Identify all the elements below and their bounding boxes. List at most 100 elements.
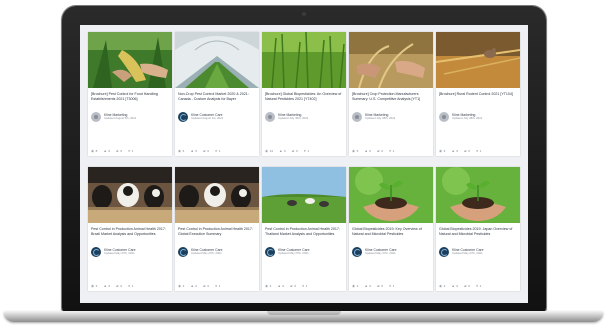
content-card[interactable]: Global Biopesticides 2019: Key Overview … <box>349 167 433 291</box>
card-stats: ◉ 6 ▲ 0 ▰ 0 ● 1 <box>439 149 517 153</box>
card-thumbnail[interactable] <box>349 32 433 88</box>
comment-icon: ▰ <box>203 284 206 288</box>
thumbs-up-icon: ▲ <box>103 284 107 288</box>
content-card[interactable]: [Brochure] Rural Rodent Control 2021 [YT… <box>436 32 520 156</box>
card-title[interactable]: [Brochure] Rural Rodent Control 2021 [YT… <box>439 92 517 106</box>
comments-stat[interactable]: ▰ 0 <box>377 149 383 153</box>
card-thumbnail[interactable] <box>88 167 172 223</box>
views-stat: ◉ 3 <box>352 284 359 288</box>
card-thumbnail[interactable] <box>175 32 259 88</box>
card-title[interactable]: [Brochure] Global Biopesticides: An Over… <box>265 92 343 106</box>
card-title[interactable]: Global Biopesticides 2019: Key Overview … <box>352 227 430 241</box>
comments-stat[interactable]: ▰ 0 <box>116 149 122 153</box>
kline-logo-icon <box>178 247 188 257</box>
card-thumbnail[interactable] <box>262 167 346 223</box>
content-card[interactable]: Global Biopesticides 2019: Japan Overvie… <box>436 167 520 291</box>
card-author: Kline Marketing Updated July 28th, 2021 <box>352 112 430 122</box>
content-card[interactable]: Pest Control in Production Animal Health… <box>175 167 259 291</box>
user-icon: ● <box>475 284 479 288</box>
updated-date: Updated May 27th, 2021 <box>365 251 396 256</box>
views-stat: ◉ 13 <box>265 149 273 153</box>
card-thumbnail[interactable] <box>349 167 433 223</box>
updated-date: Updated May 27th, 2021 <box>191 251 222 256</box>
comment-icon: ▰ <box>116 284 119 288</box>
card-author: Kline Customer Care Updated May 27th, 20… <box>439 247 517 257</box>
camera <box>302 12 306 16</box>
kline-logo-icon <box>265 247 275 257</box>
likes-stat[interactable]: ▲ 0 <box>451 149 458 153</box>
comment-icon: ▰ <box>203 149 206 153</box>
likes-stat[interactable]: ▲ 0 <box>451 284 458 288</box>
card-stats: ◉ 3 ▲ 0 ▰ 0 ● 1 <box>178 284 256 288</box>
card-title[interactable]: Pest Control in Production Animal Health… <box>178 227 256 241</box>
comment-icon: ▰ <box>377 149 380 153</box>
content-card[interactable]: Non-Crop Pest Control Market 2020 & 2021… <box>175 32 259 156</box>
users-stat: ● 1 <box>388 284 395 288</box>
thumbs-up-icon: ▲ <box>451 284 455 288</box>
content-card[interactable]: [Brochure] Pest Control for Food Handlin… <box>88 32 172 156</box>
card-stats: ◉ 5 ▲ 0 ▰ 0 ● 1 <box>352 149 430 153</box>
likes-stat[interactable]: ▲ 0 <box>279 149 286 153</box>
likes-stat[interactable]: ▲ 0 <box>364 284 371 288</box>
card-thumbnail[interactable] <box>262 32 346 88</box>
updated-date: Updated July 30th, 2021 <box>278 116 309 121</box>
card-thumbnail[interactable] <box>436 167 520 223</box>
likes-stat[interactable]: ▲ 0 <box>364 149 371 153</box>
card-thumbnail[interactable] <box>175 167 259 223</box>
kline-logo-icon <box>91 247 101 257</box>
card-thumbnail[interactable] <box>88 32 172 88</box>
comment-icon: ▰ <box>464 149 467 153</box>
kline-logo-icon <box>178 112 188 122</box>
comments-stat[interactable]: ▰ 0 <box>290 284 296 288</box>
views-stat: ◉ 6 <box>439 149 446 153</box>
card-stats: ◉ 3 ▲ 0 ▰ 0 ● 1 <box>439 284 517 288</box>
users-stat: ● 1 <box>301 284 308 288</box>
content-card[interactable]: [Brochure] Crop Protection Manufacturers… <box>349 32 433 156</box>
eye-icon: ◉ <box>91 149 95 153</box>
comments-stat[interactable]: ▰ 0 <box>203 149 209 153</box>
comment-icon: ▰ <box>464 284 467 288</box>
card-title[interactable]: Non-Crop Pest Control Market 2020 & 2021… <box>178 92 256 106</box>
likes-stat[interactable]: ▲ 0 <box>190 149 197 153</box>
likes-stat[interactable]: ▲ 0 <box>190 284 197 288</box>
eye-icon: ◉ <box>265 149 269 153</box>
likes-stat[interactable]: ▲ 0 <box>103 284 110 288</box>
eye-icon: ◉ <box>352 284 356 288</box>
content-card[interactable]: Pest Control in Production Animal Health… <box>88 167 172 291</box>
comments-stat[interactable]: ▰ 0 <box>464 284 470 288</box>
card-title[interactable]: Global Biopesticides 2019: Japan Overvie… <box>439 227 517 241</box>
comment-icon: ▰ <box>377 284 380 288</box>
likes-stat[interactable]: ▲ 0 <box>277 284 284 288</box>
user-avatar-icon <box>439 112 449 122</box>
thumbs-up-icon: ▲ <box>190 284 194 288</box>
comments-stat[interactable]: ▰ 0 <box>464 149 470 153</box>
likes-stat[interactable]: ▲ 0 <box>103 149 110 153</box>
comment-icon: ▰ <box>116 149 119 153</box>
users-stat: ● 1 <box>388 149 395 153</box>
comments-stat[interactable]: ▰ 0 <box>203 284 209 288</box>
card-author: Kline Marketing Updated July 30th, 2021 <box>265 112 343 122</box>
content-grid: [Brochure] Pest Control for Food Handlin… <box>88 32 520 291</box>
comments-stat[interactable]: ▰ 0 <box>292 149 298 153</box>
views-stat: ◉ 3 <box>91 284 98 288</box>
users-stat: ● 1 <box>127 149 134 153</box>
eye-icon: ◉ <box>439 284 443 288</box>
comments-stat[interactable]: ▰ 0 <box>116 284 122 288</box>
card-title[interactable]: Pest Control in Production Animal Health… <box>265 227 343 241</box>
card-title[interactable]: Pest Control in Production Animal Health… <box>91 227 169 241</box>
card-title[interactable]: [Brochure] Crop Protection Manufacturers… <box>352 92 430 106</box>
card-thumbnail[interactable] <box>436 32 520 88</box>
kline-logo-icon <box>352 247 362 257</box>
card-stats: ◉ 3 ▲ 0 ▰ 0 ● 1 <box>265 284 343 288</box>
user-icon: ● <box>303 149 306 153</box>
comments-stat[interactable]: ▰ 0 <box>377 284 383 288</box>
card-author: Kline Marketing Updated August 5th, 2021 <box>91 112 169 122</box>
content-card[interactable]: Pest Control in Production Animal Health… <box>262 167 346 291</box>
content-card[interactable]: [Brochure] Global Biopesticides: An Over… <box>262 32 346 156</box>
users-stat: ● 1 <box>303 149 309 153</box>
user-avatar-icon <box>91 112 101 122</box>
updated-date: Updated August 1st, 2021 <box>191 116 224 121</box>
card-title[interactable]: [Brochure] Pest Control for Food Handlin… <box>91 92 169 106</box>
card-author: Kline Customer Care Updated August 1st, … <box>178 112 256 122</box>
views-stat: ◉ 3 <box>439 284 446 288</box>
